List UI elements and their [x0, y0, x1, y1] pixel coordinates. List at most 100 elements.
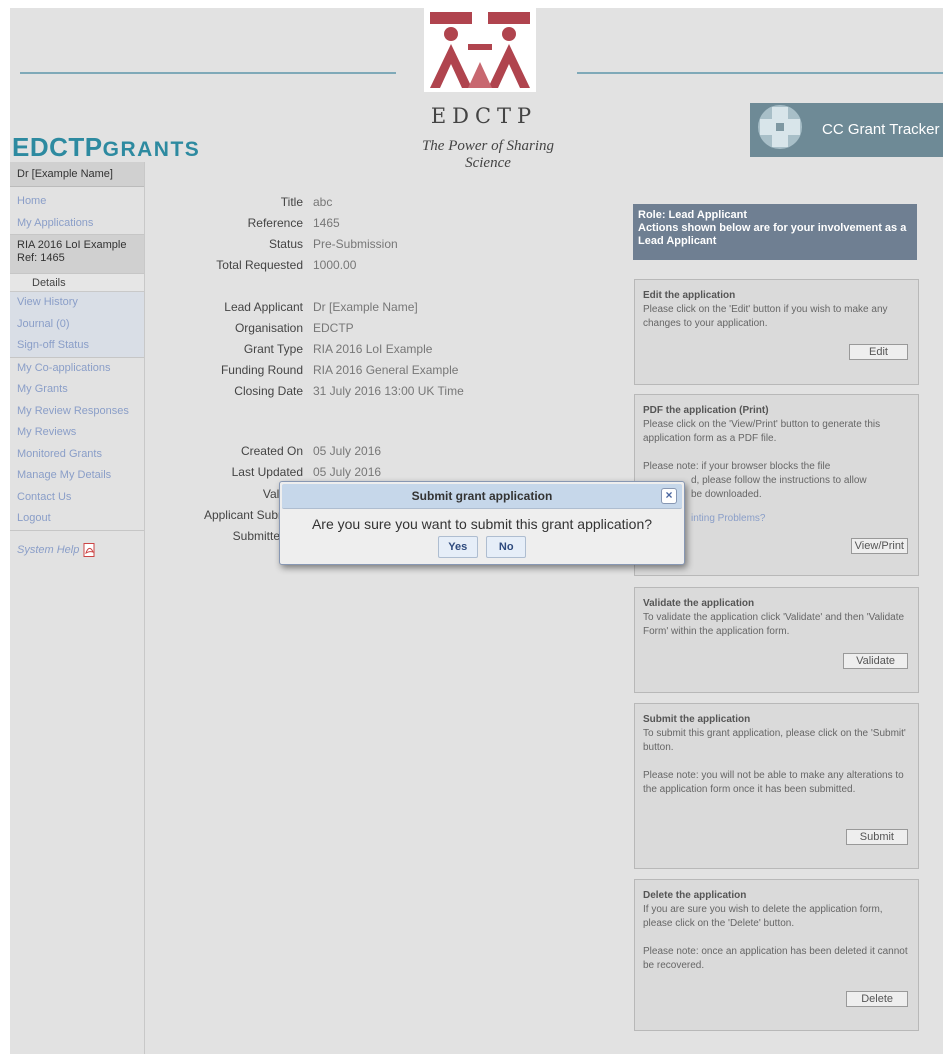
sidebar-item-logout[interactable]: Logout [10, 508, 144, 530]
pdf-description: Please click on the 'View/Print' button … [643, 419, 881, 444]
role-title: Role: Lead Applicant [638, 209, 747, 221]
puzzle-cross-icon [758, 105, 802, 149]
edit-panel: Edit the application Please click on the… [634, 279, 919, 385]
detail-row: Organisation [163, 321, 303, 341]
detail-label: Total Requested [216, 258, 303, 272]
detail-label: Status [268, 237, 303, 251]
sidebar-item-manage-my-details[interactable]: Manage My Details [10, 465, 144, 487]
validate-button[interactable]: Validate [843, 653, 908, 669]
no-button[interactable]: No [486, 536, 527, 558]
sidebar-item-my-grants[interactable]: My Grants [10, 379, 144, 401]
current-app-name: RIA 2016 LoI Example [17, 239, 127, 251]
sidebar-item-home[interactable]: Home [10, 191, 144, 213]
detail-label: Reference [247, 216, 303, 230]
edit-title: Edit the application [643, 290, 736, 301]
sidebar-current-application[interactable]: RIA 2016 LoI Example Ref: 1465 [10, 234, 144, 274]
dialog-header[interactable]: Submit grant application × [282, 484, 682, 509]
sidebar-item-journal[interactable]: Journal (0) [10, 314, 144, 336]
detail-value: RIA 2016 General Example [313, 363, 459, 377]
brand-small: GRANTS [102, 138, 201, 161]
submit-panel: Submit the application To submit this gr… [634, 703, 919, 869]
detail-row: Valic [128, 487, 288, 507]
brand-logo[interactable]: EDCTPGRANTS [12, 132, 200, 163]
detail-label: Organisation [234, 321, 303, 335]
role-description: Actions shown below are for your involve… [638, 222, 907, 247]
submit-note: Please note: you will not be able to mak… [643, 770, 904, 795]
detail-label: Valic [262, 487, 288, 501]
submit-description: To submit this grant application, please… [643, 728, 906, 753]
delete-note: Please note: once an application has bee… [643, 946, 908, 971]
detail-value: 1000.00 [313, 258, 357, 272]
detail-value: 31 July 2016 13:00 UK Time [313, 384, 464, 398]
detail-row: Applicant Subm [128, 508, 288, 528]
detail-row: Reference [163, 216, 303, 236]
sidebar-item-monitored-grants[interactable]: Monitored Grants [10, 444, 144, 466]
pdf-note-line: Please note: if your browser blocks the … [643, 461, 831, 472]
detail-value: EDCTP [313, 321, 354, 335]
sidebar-item-signoff-status[interactable]: Sign-off Status [10, 335, 144, 357]
detail-label: Grant Type [243, 342, 303, 356]
detail-row: Lead Applicant [163, 300, 303, 320]
detail-label: Applicant Subm [203, 508, 288, 522]
dialog-title: Submit grant application [411, 489, 553, 503]
delete-panel: Delete the application If you are sure y… [634, 879, 919, 1031]
detail-label: Funding Round [220, 363, 303, 377]
sidebar-item-my-reviews[interactable]: My Reviews [10, 422, 144, 444]
detail-row: Total Requested [163, 258, 303, 278]
detail-value: 1465 [313, 216, 340, 230]
validate-description: To validate the application click 'Valid… [643, 612, 905, 637]
detail-row: Created On [163, 444, 303, 464]
sidebar-divider [10, 529, 144, 531]
delete-description: If you are sure you wish to delete the a… [643, 904, 883, 929]
sidebar-item-my-co-applications[interactable]: My Co-applications [10, 358, 144, 380]
detail-label: Closing Date [234, 384, 303, 398]
detail-value: RIA 2016 LoI Example [313, 342, 433, 356]
yes-button[interactable]: Yes [437, 536, 478, 558]
pdf-icon [83, 542, 95, 557]
tracker-label: CC Grant Tracker [822, 121, 940, 138]
validate-panel: Validate the application To validate the… [634, 587, 919, 693]
submit-button[interactable]: Submit [845, 829, 908, 845]
detail-row: Submitte [128, 529, 280, 549]
detail-value: 05 July 2016 [313, 444, 382, 458]
detail-row: Grant Type [163, 342, 303, 362]
sidebar-item-my-applications[interactable]: My Applications [10, 213, 144, 235]
submit-confirm-dialog: Submit grant application × Are you sure … [279, 481, 685, 565]
validate-title: Validate the application [643, 598, 755, 609]
close-icon[interactable]: × [661, 488, 677, 504]
detail-label: Last Updated [231, 465, 303, 479]
detail-value: Dr [Example Name] [313, 300, 418, 314]
sidebar-item-my-review-responses[interactable]: My Review Responses [10, 401, 144, 423]
submit-title: Submit the application [643, 714, 751, 725]
edit-button[interactable]: Edit [849, 344, 908, 360]
pdf-title: PDF the application (Print) [643, 405, 769, 416]
header-line-right [577, 72, 943, 74]
edctp-logo-icon [424, 8, 536, 92]
header-line-left [20, 72, 396, 74]
detail-row: Title [163, 195, 303, 215]
delete-title: Delete the application [643, 890, 747, 901]
system-help-label: System Help [17, 543, 80, 556]
detail-label: Submitte [232, 529, 280, 543]
brand-main: EDCTP [12, 132, 103, 162]
current-app-ref: Ref: 1465 [17, 252, 65, 264]
detail-label: Title [280, 195, 303, 209]
application-links-group: View History Journal (0) Sign-off Status [10, 292, 144, 357]
dialog-buttons: Yes No [280, 536, 684, 558]
role-banner: Role: Lead Applicant Actions shown below… [633, 204, 917, 260]
sidebar-item-system-help[interactable]: System Help [10, 542, 144, 557]
detail-label: Created On [240, 444, 303, 458]
detail-value: Pre-Submission [313, 237, 398, 251]
sidebar-item-contact-us[interactable]: Contact Us [10, 487, 144, 509]
sidebar-item-view-history[interactable]: View History [10, 292, 144, 314]
dialog-message: Are you sure you want to submit this gra… [311, 516, 653, 532]
view-print-button[interactable]: View/Print [850, 538, 908, 554]
detail-value: 05 July 2016 [313, 465, 382, 479]
detail-row: Closing Date [163, 384, 303, 404]
sidebar-item-details[interactable]: Details [10, 274, 144, 292]
detail-row: Funding Round [163, 363, 303, 383]
detail-value: abc [313, 195, 333, 209]
delete-button[interactable]: Delete [846, 991, 908, 1007]
org-name: EDCTP [430, 104, 538, 128]
sidebar: Dr [Example Name] Home My Applications R… [10, 162, 145, 1054]
